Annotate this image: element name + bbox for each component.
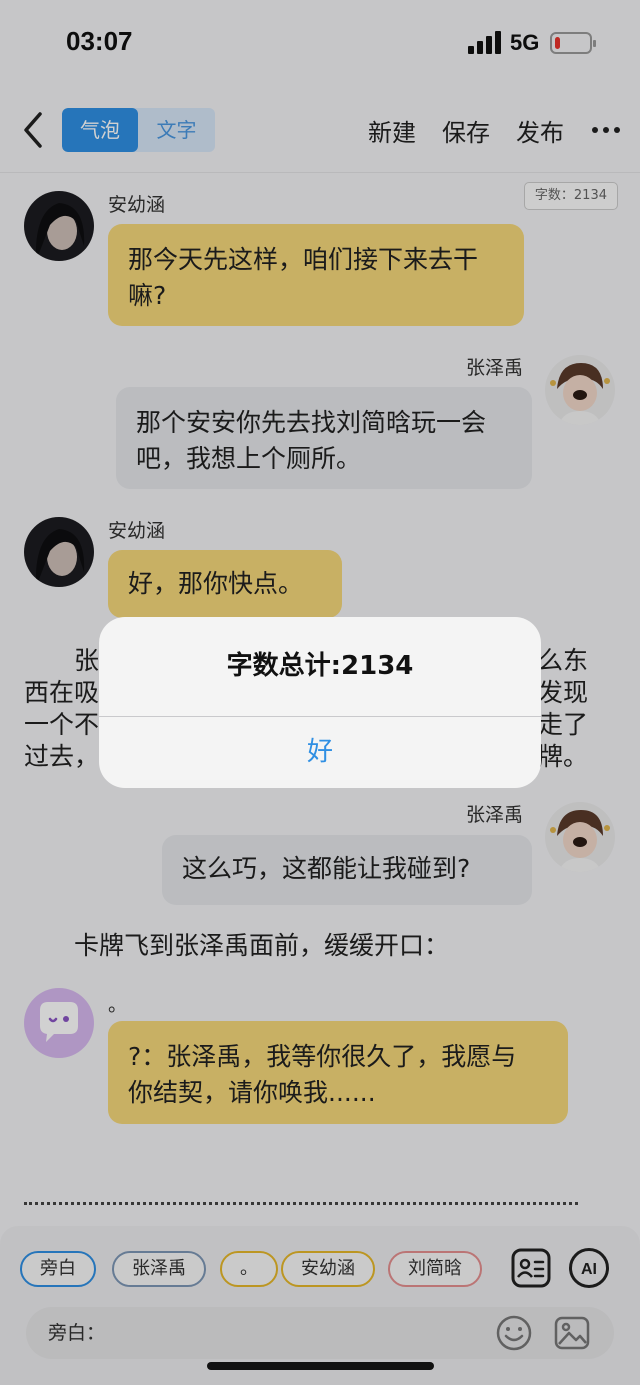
alert-ok-button[interactable]: 好 — [99, 717, 541, 788]
home-indicator — [207, 1362, 434, 1370]
word-count-alert: 字数总计:2134 好 — [99, 617, 541, 788]
alert-title: 字数总计:2134 — [226, 651, 414, 681]
